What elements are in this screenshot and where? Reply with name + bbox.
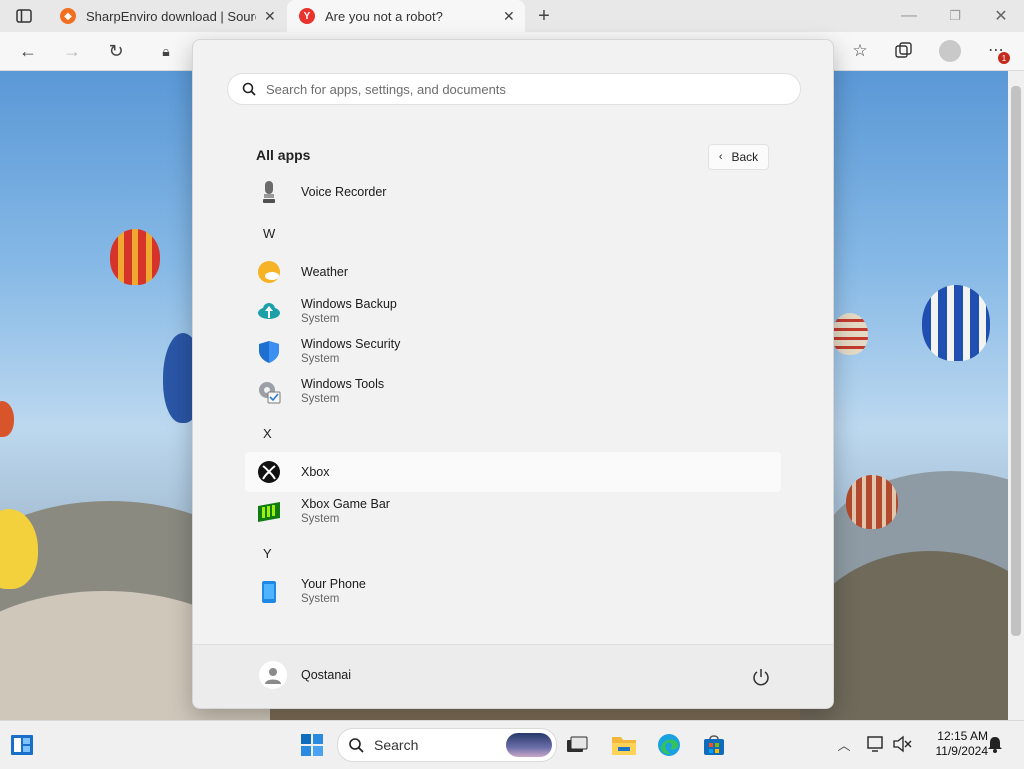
lock-icon[interactable]: 🔒︎ <box>156 41 176 61</box>
clock[interactable]: 12:15 AM 11/9/2024 <box>936 729 989 759</box>
refresh-icon[interactable]: ↻ <box>106 41 126 61</box>
letter-header-x[interactable]: X <box>263 426 272 441</box>
microphone-icon <box>257 180 281 204</box>
microsoft-store-icon[interactable] <box>700 731 728 759</box>
collections-icon[interactable] <box>894 41 914 61</box>
taskbar-search-box[interactable]: Search <box>337 728 557 762</box>
back-label: Back <box>731 150 759 164</box>
start-search-box[interactable]: Search for apps, settings, and documents <box>227 73 801 105</box>
notification-badge: 1 <box>998 52 1010 64</box>
app-category: System <box>301 593 340 605</box>
weather-icon <box>257 260 281 284</box>
taskbar-search-label: Search <box>374 737 419 753</box>
app-name: Your Phone <box>301 577 366 591</box>
minimize-icon[interactable]: — <box>898 6 920 26</box>
app-category: System <box>301 353 340 365</box>
widgets-icon[interactable] <box>8 731 36 759</box>
close-tab-icon[interactable]: ✕ <box>264 8 276 25</box>
file-explorer-icon[interactable] <box>610 731 638 759</box>
restore-icon[interactable]: ❐ <box>944 6 966 26</box>
app-name: Windows Security <box>301 337 401 351</box>
app-name: Weather <box>301 265 349 279</box>
app-name: Windows Tools <box>301 377 385 391</box>
balloon <box>832 313 868 355</box>
balloon <box>0 401 14 437</box>
search-icon <box>348 737 364 753</box>
app-category: System <box>301 513 340 525</box>
app-xbox-game-bar[interactable]: Xbox Game Bar System <box>245 492 781 532</box>
tab-title: Are you not a robot? <box>325 8 443 24</box>
letter-header-y[interactable]: Y <box>263 546 272 561</box>
user-name: Qostanai <box>301 668 352 682</box>
yandex-icon: Y <box>299 8 315 24</box>
app-voice-recorder[interactable]: Voice Recorder <box>245 172 781 212</box>
balloon <box>846 475 898 529</box>
sourceforge-icon: ◆ <box>60 8 76 24</box>
back-button[interactable]: ‹ Back <box>708 144 769 170</box>
close-window-icon[interactable]: ✕ <box>990 6 1012 26</box>
scrollbar-thumb[interactable] <box>1011 86 1021 636</box>
app-name: Voice Recorder <box>301 185 387 199</box>
chevron-left-icon: ‹ <box>718 151 723 163</box>
letter-header-w[interactable]: W <box>263 226 275 241</box>
app-your-phone[interactable]: Your Phone System <box>245 572 781 612</box>
user-avatar-icon <box>259 661 287 689</box>
tab-actions-icon[interactable] <box>14 7 34 25</box>
app-name: Windows Backup <box>301 297 397 311</box>
close-tab-icon[interactable]: ✕ <box>503 8 515 25</box>
app-windows-backup[interactable]: Windows Backup System <box>245 292 781 332</box>
profile-avatar[interactable] <box>939 40 961 62</box>
favorites-icon[interactable]: ☆ <box>850 41 870 61</box>
volume-muted-icon[interactable] <box>892 735 914 755</box>
phone-icon <box>257 580 281 604</box>
app-weather[interactable]: Weather <box>245 252 781 292</box>
xbox-icon <box>257 460 281 484</box>
clock-time: 12:15 AM <box>937 729 988 743</box>
browser-tab-bar: ◆ SharpEnviro download | SourceF ✕ Y Are… <box>0 0 1024 32</box>
shield-icon <box>257 340 281 364</box>
windows-start-icon[interactable] <box>298 731 326 759</box>
edge-browser-icon[interactable] <box>655 731 683 759</box>
back-arrow-icon[interactable]: ← <box>18 41 38 61</box>
user-account-button[interactable]: Qostanai <box>245 655 445 695</box>
xbox-game-bar-icon <box>257 500 281 524</box>
app-category: System <box>301 313 340 325</box>
backup-cloud-icon <box>257 300 281 324</box>
task-view-icon[interactable] <box>563 731 591 759</box>
tools-gear-icon <box>257 380 281 404</box>
app-name: Xbox <box>301 465 330 479</box>
all-apps-heading: All apps <box>256 147 311 163</box>
taskbar: Search ︿ 12:15 AM 11/9/2024 <box>0 720 1024 769</box>
start-menu: Search for apps, settings, and documents… <box>192 39 834 709</box>
app-windows-tools[interactable]: Windows Tools System <box>245 372 781 412</box>
power-icon[interactable] <box>749 665 773 689</box>
balloon <box>922 285 990 361</box>
tab-title: SharpEnviro download | SourceF <box>86 8 256 24</box>
app-name: Xbox Game Bar <box>301 497 390 511</box>
search-placeholder: Search for apps, settings, and documents <box>266 81 506 97</box>
tab-robot-check[interactable]: Y Are you not a robot? ✕ <box>287 0 525 32</box>
app-category: System <box>301 393 340 405</box>
search-icon <box>242 82 256 96</box>
app-windows-security[interactable]: Windows Security System <box>245 332 781 372</box>
network-icon[interactable] <box>866 735 888 755</box>
new-tab-icon[interactable]: + <box>533 5 555 27</box>
start-menu-footer: Qostanai <box>193 644 833 708</box>
notifications-bell-icon[interactable] <box>986 735 1006 755</box>
app-xbox[interactable]: Xbox <box>245 452 781 492</box>
tab-sharpenviro[interactable]: ◆ SharpEnviro download | SourceF ✕ <box>48 0 286 32</box>
chevron-up-icon[interactable]: ︿ <box>835 735 853 753</box>
forward-arrow-icon[interactable]: → <box>62 41 82 61</box>
search-highlight-image <box>506 733 552 757</box>
balloon <box>110 229 160 285</box>
clock-date: 11/9/2024 <box>935 744 989 758</box>
